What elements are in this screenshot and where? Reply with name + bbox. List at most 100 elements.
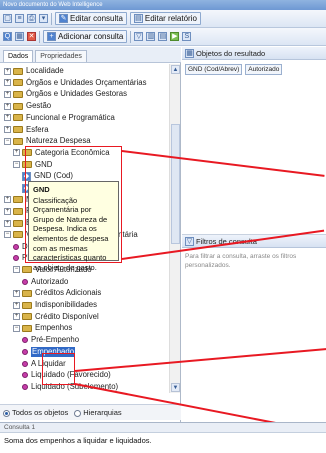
expand-icon[interactable]: + [4, 67, 11, 75]
collapse-icon[interactable]: − [13, 161, 20, 169]
tree-item[interactable]: + Indisponibilidades [13, 300, 97, 310]
properties-icon[interactable]: ▦ [15, 32, 24, 41]
tree-item[interactable]: + Órgãos e Unidades Orçamentárias [4, 78, 146, 88]
edit-report-icon: ▤ [133, 14, 143, 23]
delete-icon[interactable]: ✕ [27, 32, 36, 41]
folder-icon [22, 266, 32, 274]
add-query-icon: + [47, 32, 56, 41]
folder-icon [22, 313, 32, 321]
radio-all-label: Todos os objetos [12, 408, 69, 417]
folder-icon [13, 67, 23, 75]
status-text: Soma dos empenhos a liquidar e liquidado… [4, 436, 152, 445]
folder-icon [13, 102, 23, 110]
filter-icon[interactable]: ▽ [134, 32, 144, 41]
new-document-icon[interactable]: ▢ [3, 14, 12, 23]
print-icon[interactable]: ⎙ [27, 14, 36, 23]
tree-item[interactable]: Autorizado [22, 277, 68, 287]
edit-query-button[interactable]: ✎ Editar consulta [55, 12, 127, 25]
sql-icon[interactable]: S [182, 32, 192, 41]
table-icon[interactable]: ▤ [158, 32, 168, 41]
measure-icon [22, 278, 28, 285]
scroll-thumb[interactable] [171, 124, 180, 244]
result-object-chip[interactable]: Autorizado [245, 63, 283, 75]
tree-item[interactable]: + Órgãos e Unidades Gestoras [4, 89, 127, 99]
tab-dados[interactable]: Dados [3, 50, 34, 62]
folder-icon [13, 90, 23, 98]
scroll-down-icon[interactable]: ▼ [171, 383, 180, 392]
add-query-button[interactable]: + Adicionar consulta [43, 30, 128, 43]
tree-item[interactable]: + Esfera [4, 125, 49, 135]
panel-tabs: Dados Propriedades [0, 47, 181, 63]
tree-item[interactable]: + Funcional e Programática [4, 113, 115, 123]
tree-item-label: Localidade [26, 66, 64, 75]
folder-icon [13, 114, 23, 122]
expand-icon[interactable]: + [4, 126, 11, 133]
folder-icon [22, 301, 32, 309]
expand-icon[interactable]: + [13, 289, 20, 297]
result-object-chip[interactable]: GND (Cod/Abrev) [185, 63, 243, 75]
radio-all-objects[interactable]: Todos os objetos [3, 408, 68, 417]
tree-scrollbar[interactable]: ▲ ▼ [169, 64, 180, 393]
grid-icon[interactable]: ▥ [146, 32, 156, 41]
expand-icon[interactable]: + [13, 149, 20, 157]
measure-icon [22, 337, 28, 344]
menu-icon[interactable]: ≡ [15, 14, 24, 23]
result-objects-title: Objetos do resultado [196, 48, 266, 58]
measure-icon [22, 360, 28, 367]
expand-icon[interactable]: + [4, 102, 11, 110]
expand-icon[interactable]: + [4, 90, 11, 98]
collapse-icon[interactable]: − [13, 266, 20, 274]
tree-item-label: Órgãos e Unidades Orçamentárias [26, 77, 147, 87]
expand-icon[interactable]: + [4, 207, 11, 215]
collapse-icon[interactable]: − [4, 231, 11, 239]
tree-item[interactable]: + Crédito Disponível [13, 312, 99, 322]
tree-item[interactable]: + Localidade [4, 66, 64, 76]
expand-icon[interactable]: + [4, 219, 11, 227]
expand-icon[interactable]: + [4, 196, 11, 204]
folder-icon [13, 207, 23, 215]
radio-hierarchies[interactable]: Hierarquias [74, 408, 122, 417]
query-tab[interactable]: Consulta 1 [0, 423, 326, 433]
radio-off-icon [74, 409, 82, 417]
expand-icon[interactable]: + [13, 301, 20, 309]
tree-item-label: Crédito Disponível [35, 311, 99, 321]
tree-item[interactable]: Pré-Empenho [22, 335, 79, 345]
dropdown-icon[interactable]: ▾ [39, 14, 48, 23]
toolbar-main: ▢ ≡ ⎙ ▾ ✎ Editar consulta ▤ Editar relatór… [0, 10, 326, 28]
object-view-options: Todos os objetos Hierarquias [0, 404, 181, 420]
run-icon[interactable]: ▶ [170, 32, 180, 41]
expand-icon[interactable]: + [4, 114, 11, 122]
folder-icon [13, 137, 23, 145]
measure-icon [13, 243, 19, 250]
folder-icon [13, 196, 23, 204]
toolbar-query: Q ▦ ✕ + Adicionar consulta ▽ ▥ ▤ ▶ S [0, 28, 326, 46]
tree-item-label: Funcional e Programática [26, 112, 115, 122]
toolbar-separator [39, 30, 40, 43]
expand-icon[interactable]: + [4, 79, 11, 87]
folder-icon [13, 126, 23, 133]
tree-item-label: Órgãos e Unidades Gestoras [26, 89, 127, 99]
tree-item-label: Indisponibilidades [35, 300, 97, 309]
expand-icon[interactable]: + [13, 313, 20, 321]
collapse-icon[interactable]: − [13, 324, 20, 332]
tree-item[interactable]: − Empenhos [13, 323, 72, 333]
tree-item[interactable]: + Gestão [4, 101, 51, 111]
query-filters-hint: Para filtrar a consulta, arraste os filt… [185, 253, 297, 269]
tree-item-label: Natureza Despesa [26, 136, 91, 146]
query-icon[interactable]: Q [3, 32, 12, 41]
result-objects-area[interactable] [182, 77, 326, 235]
collapse-icon[interactable]: − [4, 137, 11, 145]
tree-item-label: Gestão [26, 101, 52, 111]
tree-item[interactable]: + Créditos Adicionais [13, 288, 101, 298]
radio-on-icon [3, 409, 10, 417]
edit-report-button[interactable]: ▤ Editar relatório [129, 12, 201, 25]
scroll-up-icon[interactable]: ▲ [171, 65, 180, 74]
tree-item-label: Esfera [26, 124, 49, 134]
tree-item[interactable]: − Natureza Despesa [4, 136, 91, 146]
folder-icon [22, 324, 32, 332]
result-objects-list: GND (Cod/Abrev) Autorizado [182, 61, 326, 77]
measure-icon [22, 348, 28, 355]
tab-propriedades[interactable]: Propriedades [35, 50, 87, 62]
folder-icon [22, 289, 32, 297]
measure-icon [13, 255, 19, 262]
